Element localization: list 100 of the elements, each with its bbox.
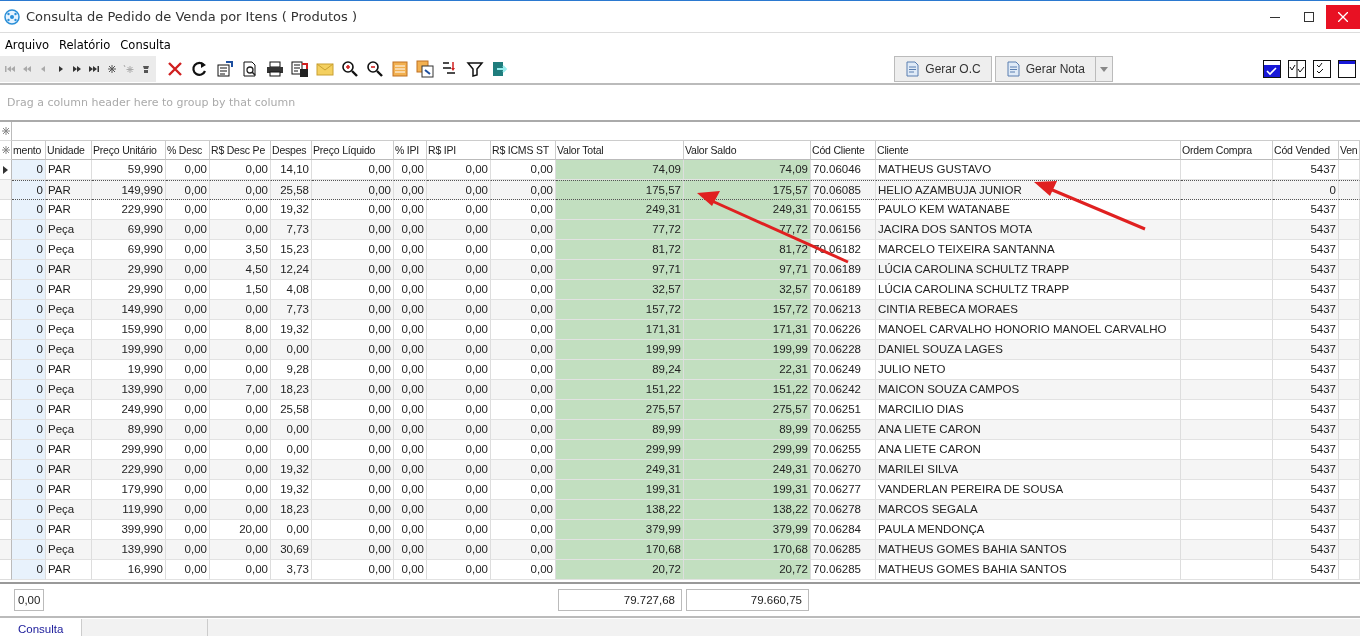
table-cell: 0,00 (271, 420, 312, 440)
table-cell: 0,00 (271, 340, 312, 360)
zoom-out-icon[interactable] (366, 60, 384, 78)
table-cell: 5437 (1273, 460, 1339, 480)
previous-page-icon[interactable] (21, 64, 33, 74)
check-all-icon[interactable] (1263, 60, 1281, 78)
table-cell: MARCOS SEGALA (876, 500, 1181, 520)
printer-icon[interactable] (266, 60, 284, 78)
column-header[interactable]: Cód Vended (1273, 141, 1339, 160)
table-cell: 139,990 (92, 380, 166, 400)
table-cell: 7,73 (271, 300, 312, 320)
table-cell: 0,00 (394, 460, 427, 480)
table-cell: 5437 (1273, 380, 1339, 400)
table-cell: 0 (12, 300, 46, 320)
table-cell: 0,00 (491, 340, 556, 360)
layout-icon[interactable] (391, 60, 409, 78)
summary-value: 79.660,75 (686, 589, 809, 611)
column-header[interactable]: Despes (271, 141, 312, 160)
toolbar-button[interactable]: Gerar Nota (994, 56, 1096, 82)
column-header[interactable]: R$ IPI (427, 141, 491, 160)
table-cell: 119,990 (92, 500, 166, 520)
column-header[interactable]: Preço Unitário (92, 141, 166, 160)
table-cell: 25,58 (271, 180, 312, 200)
column-header[interactable]: Ven (1339, 141, 1360, 160)
column-header[interactable]: Ordem Compra (1181, 141, 1273, 160)
table-cell: 0,00 (166, 220, 210, 240)
toolbar-button[interactable]: Gerar O.C (894, 56, 992, 82)
table-cell: CINTIA REBECA MORAES (876, 300, 1181, 320)
table-cell: 0,00 (312, 560, 394, 580)
table-cell: 0,00 (312, 540, 394, 560)
uncheck-icon[interactable] (1338, 60, 1356, 78)
table-cell: 0,00 (166, 540, 210, 560)
column-header[interactable]: Cód Cliente (811, 141, 876, 160)
refresh-icon[interactable] (191, 60, 209, 78)
column-header[interactable]: Cliente (876, 141, 1181, 160)
table-cell: 0,00 (166, 260, 210, 280)
table-cell: 149,990 (92, 300, 166, 320)
table-cell: 0,00 (491, 260, 556, 280)
table-cell: MATHEUS GOMES BAHIA SANTOS (876, 540, 1181, 560)
table-cell: 89,990 (92, 420, 166, 440)
table-cell: 70.06156 (811, 220, 876, 240)
table-cell: Peça (46, 500, 92, 520)
insert-icon[interactable] (106, 64, 118, 74)
table-cell: 379,99 (684, 520, 811, 540)
table-cell: 29,990 (92, 260, 166, 280)
table-cell: 0,00 (210, 460, 271, 480)
check-columns-icon[interactable] (1288, 60, 1306, 78)
zoom-in-icon[interactable] (341, 60, 359, 78)
app-icon (4, 8, 20, 25)
delete-icon[interactable] (166, 60, 184, 78)
insert-copy-icon[interactable] (123, 64, 135, 74)
table-cell: 0,00 (210, 300, 271, 320)
table-cell: 5437 (1273, 560, 1339, 580)
table-cell: 0,00 (394, 380, 427, 400)
table-cell: 77,72 (684, 220, 811, 240)
first-record-icon[interactable] (4, 64, 16, 74)
export-icon[interactable] (291, 60, 309, 78)
column-header[interactable]: % Desc (166, 141, 210, 160)
last-record-icon[interactable] (89, 64, 101, 74)
envelope-icon[interactable] (316, 60, 334, 78)
table-cell: 0,00 (491, 300, 556, 320)
table-cell: Peça (46, 300, 92, 320)
menu-item[interactable]: Arquivo (5, 38, 50, 52)
maximize-icon (1304, 11, 1314, 22)
table-cell: 0,00 (394, 220, 427, 240)
table-cell: 0,00 (312, 420, 394, 440)
table-cell: MAICON SOUZA CAMPOS (876, 380, 1181, 400)
column-chooser-icon[interactable] (1, 146, 10, 154)
table-cell: 0 (12, 500, 46, 520)
column-header[interactable]: R$ Desc Pe (210, 141, 271, 160)
table-cell: 0,00 (491, 180, 556, 200)
properties-icon[interactable] (216, 60, 234, 78)
table-cell: 0,00 (210, 340, 271, 360)
close-button[interactable] (1326, 4, 1360, 29)
table-cell: 97,71 (556, 260, 684, 280)
table-cell: 70.06242 (811, 380, 876, 400)
menu-item[interactable]: Consulta (120, 38, 171, 52)
dropdown-button[interactable] (1096, 56, 1113, 82)
menu-item[interactable]: Relatório (59, 38, 111, 52)
table-cell: 170,68 (684, 540, 811, 560)
table-cell: 0,00 (166, 420, 210, 440)
filter-icon[interactable] (466, 60, 484, 78)
exit-icon[interactable] (491, 60, 509, 78)
table-cell: 0,00 (312, 300, 394, 320)
table-cell: 199,99 (556, 340, 684, 360)
table-cell: 0,00 (394, 340, 427, 360)
preview-icon[interactable] (241, 60, 259, 78)
table-cell: 74,09 (556, 160, 684, 180)
windows-icon[interactable] (416, 60, 434, 78)
table-cell: 0,00 (210, 560, 271, 580)
post-icon[interactable] (140, 64, 152, 74)
column-header[interactable]: R$ ICMS ST (491, 141, 556, 160)
table-cell: 0,00 (427, 380, 491, 400)
check-list-icon[interactable] (1313, 60, 1331, 78)
table-cell: 0 (12, 400, 46, 420)
column-header[interactable]: Unidade (46, 141, 92, 160)
table-cell: 0,00 (166, 460, 210, 480)
column-header[interactable]: % IPI (394, 141, 427, 160)
tab[interactable]: Consulta (0, 619, 83, 636)
column-header[interactable]: Preço Líquido (312, 141, 394, 160)
